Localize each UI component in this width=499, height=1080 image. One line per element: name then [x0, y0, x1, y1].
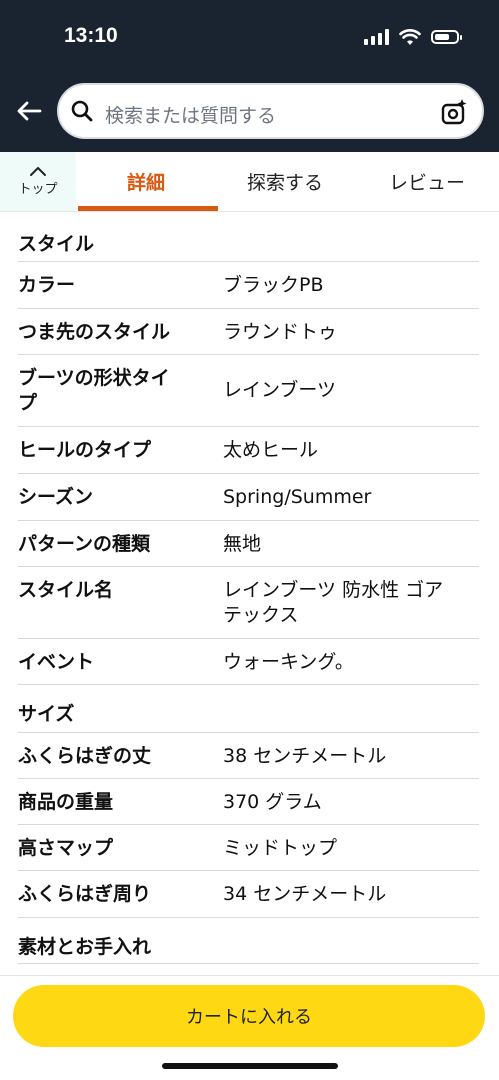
search-input[interactable]: 検索または質問する: [57, 83, 484, 139]
wifi-icon: [399, 29, 421, 45]
back-arrow-icon: [17, 101, 42, 121]
row-value: レインブーツ 防水性 ゴアテックス: [223, 579, 444, 626]
row-value: ブラックPB: [223, 274, 324, 296]
row-key: ふくらはぎの丈: [18, 745, 152, 767]
row-value: Spring/Summer: [223, 486, 372, 508]
search-placeholder: 検索または質問する: [105, 105, 277, 127]
row-key: 高さマップ: [18, 837, 114, 859]
bottom-bar: カートに入れる: [0, 975, 499, 1080]
table-row: ふくらはぎ周り 34 センチメートル: [18, 871, 479, 918]
row-value: ミッドトップ: [223, 837, 338, 859]
table-row: シーズン Spring/Summer: [18, 474, 479, 521]
tab-top-label: トップ: [18, 182, 58, 197]
row-key: ふくらはぎ周り: [18, 883, 152, 905]
section-title-style: スタイル: [18, 213, 479, 262]
table-row: つま先のスタイル ラウンドトゥ: [18, 309, 479, 355]
back-button[interactable]: [14, 96, 44, 126]
table-row: スタイル名 レインブーツ 防水性 ゴアテックス: [18, 567, 479, 639]
row-value: 370 グラム: [223, 791, 322, 813]
tab-reviews[interactable]: レビュー: [389, 168, 465, 195]
row-key: ブーツの形状タイプ: [18, 367, 170, 414]
product-details: スタイル カラー ブラックPB つま先のスタイル ラウンドトゥ ブーツの形状タイ…: [18, 213, 479, 964]
row-key: パターンの種類: [18, 533, 151, 555]
row-value: 無地: [223, 533, 262, 555]
cellular-signal-icon: [364, 29, 389, 45]
row-value: レインブーツ: [223, 379, 337, 401]
table-row: ふくらはぎの丈 38 センチメートル: [18, 733, 479, 779]
row-key: カラー: [18, 274, 76, 296]
camera-sparkle-icon[interactable]: [440, 98, 468, 126]
section-title-size: サイズ: [18, 685, 479, 733]
row-key: シーズン: [18, 486, 94, 508]
table-row: ブーツの形状タイプ レインブーツ: [18, 355, 479, 427]
table-row: イベント ウォーキング。: [18, 639, 479, 685]
row-value: 太めヒール: [223, 439, 319, 461]
add-to-cart-button[interactable]: カートに入れる: [13, 985, 485, 1047]
battery-icon: [431, 30, 462, 44]
tab-explore[interactable]: 探索する: [247, 168, 323, 195]
tab-details[interactable]: 詳細: [127, 168, 165, 195]
row-key: スタイル名: [18, 579, 114, 601]
row-key: イベント: [18, 651, 95, 673]
table-row: 商品の重量 370 グラム: [18, 779, 479, 825]
status-icons: [364, 26, 462, 48]
active-tab-indicator: [78, 206, 218, 211]
row-key: ヒールのタイプ: [18, 439, 152, 461]
row-key: 商品の重量: [18, 791, 114, 813]
home-indicator[interactable]: [162, 1063, 338, 1069]
row-value: 34 センチメートル: [223, 883, 387, 905]
row-value: ウォーキング。: [223, 651, 354, 673]
table-row: カラー ブラックPB: [18, 262, 479, 309]
table-row: パターンの種類 無地: [18, 521, 479, 567]
table-row: 高さマップ ミッドトップ: [18, 825, 479, 871]
tab-bar: トップ 詳細 探索する レビュー: [0, 152, 499, 212]
row-value: ラウンドトゥ: [223, 321, 338, 343]
status-time: 13:10: [64, 24, 118, 47]
row-value: 38 センチメートル: [223, 745, 387, 767]
table-row: ヒールのタイプ 太めヒール: [18, 427, 479, 474]
tab-top[interactable]: トップ: [0, 152, 76, 211]
row-key: つま先のスタイル: [18, 321, 171, 343]
section-title-material: 素材とお手入れ: [18, 918, 479, 964]
search-icon: [71, 100, 93, 122]
top-bar: 13:10 検索または質問する: [0, 0, 499, 152]
chevron-up-icon: [30, 167, 46, 176]
